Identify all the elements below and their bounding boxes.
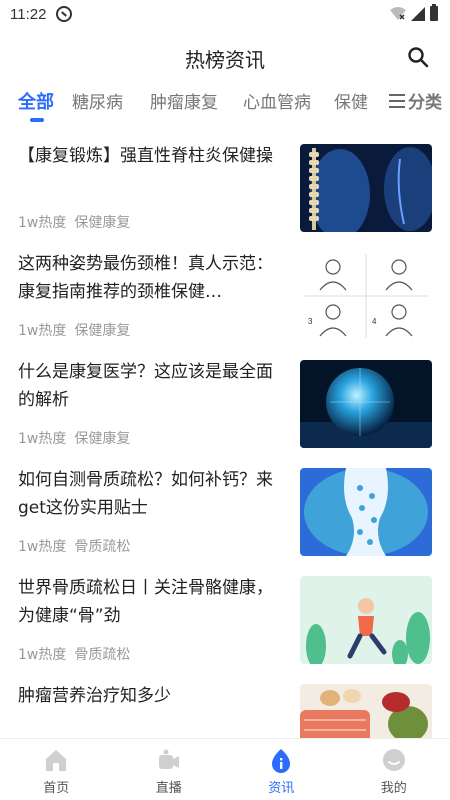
- tab-all[interactable]: 全部: [18, 88, 54, 114]
- news-heat: 1w热度: [18, 215, 67, 231]
- neck-exercise-image: 3 4: [300, 252, 432, 340]
- app-notification-icon: [56, 6, 73, 22]
- nav-news-label: 资讯: [268, 781, 295, 796]
- bottom-nav: 首页 直播 资讯 我的: [0, 738, 450, 800]
- news-item[interactable]: 世界骨质疏松日丨关注骨骼健康，为健康“骨”劲 1w热度 骨质疏松: [0, 572, 450, 680]
- category-tabs: 全部 糖尿病 肿瘤康复 心血管病 保健 分类: [0, 88, 450, 126]
- news-heat: 1w热度: [18, 323, 67, 339]
- news-title: 这两种姿势最伤颈椎！真人示范：康复指南推荐的颈椎保健…: [18, 254, 273, 302]
- news-item[interactable]: 什么是康复医学？这应该是最全面的解析 1w热度 保健康复: [0, 356, 450, 464]
- news-tag: 骨质疏松: [74, 647, 131, 663]
- tab-cardiovascular[interactable]: 心血管病: [243, 88, 311, 113]
- news-item[interactable]: 【康复锻炼】强直性脊柱炎保健操 1w热度 保健康复: [0, 140, 450, 248]
- tab-health-care[interactable]: 保健: [334, 88, 368, 113]
- news-tag: 保健康复: [74, 431, 131, 447]
- tab-diabetes[interactable]: 糖尿病: [72, 88, 123, 113]
- svg-text:3: 3: [308, 317, 313, 326]
- page-title: 热榜资讯: [185, 48, 265, 72]
- news-icon: [272, 749, 291, 773]
- news-title: 什么是康复医学？这应该是最全面的解析: [18, 362, 273, 410]
- nav-news[interactable]: 资讯: [225, 739, 338, 800]
- news-title: 世界骨质疏松日丨关注骨骼健康，为健康“骨”劲: [18, 578, 273, 626]
- news-title: 肿瘤营养治疗知多少: [18, 686, 171, 706]
- news-tag: 保健康复: [74, 323, 131, 339]
- nav-live[interactable]: 直播: [113, 739, 226, 800]
- search-icon[interactable]: [406, 45, 430, 69]
- news-tag: 骨质疏松: [74, 539, 131, 555]
- live-icon: [158, 749, 179, 769]
- svg-text:4: 4: [372, 317, 377, 326]
- news-meta: 1w热度 骨质疏松: [18, 536, 130, 556]
- menu-icon: [389, 93, 405, 108]
- food-image: [300, 684, 432, 738]
- category-button[interactable]: 分类: [383, 88, 442, 113]
- running-woman-image: [300, 576, 432, 664]
- news-list: 【康复锻炼】强直性脊柱炎保健操 1w热度 保健康复 这两种姿势最伤颈椎！真人示范…: [0, 140, 450, 738]
- news-item[interactable]: 肿瘤营养治疗知多少: [0, 680, 450, 738]
- news-heat: 1w热度: [18, 539, 67, 555]
- nav-home[interactable]: 首页: [0, 739, 113, 800]
- glass-globe-image: [300, 360, 432, 448]
- wifi-icon: [390, 6, 406, 20]
- tab-tumor-rehab[interactable]: 肿瘤康复: [150, 88, 218, 113]
- news-meta: 1w热度 保健康复: [18, 212, 130, 232]
- news-item[interactable]: 这两种姿势最伤颈椎！真人示范：康复指南推荐的颈椎保健… 1w热度 保健康复 3 …: [0, 248, 450, 356]
- battery-icon: [430, 4, 438, 21]
- header: 热榜资讯: [0, 36, 450, 80]
- active-tab-indicator: [30, 118, 44, 122]
- status-bar: 11:22: [0, 0, 450, 28]
- signal-icon: [411, 6, 425, 21]
- news-title: 如何自测骨质疏松？如何补钙？来get这份实用贴士: [18, 470, 273, 518]
- news-meta: 1w热度 骨质疏松: [18, 644, 130, 664]
- news-meta: 1w热度 保健康复: [18, 320, 130, 340]
- nav-home-label: 首页: [43, 781, 70, 796]
- news-heat: 1w热度: [18, 431, 67, 447]
- spine-xray-image: [300, 144, 432, 232]
- nav-profile-label: 我的: [380, 781, 407, 796]
- status-time: 11:22: [10, 5, 47, 23]
- news-meta: 1w热度 保健康复: [18, 428, 130, 448]
- nav-live-label: 直播: [155, 781, 182, 796]
- news-title: 【康复锻炼】强直性脊柱炎保健操: [18, 146, 273, 166]
- news-item[interactable]: 如何自测骨质疏松？如何补钙？来get这份实用贴士 1w热度 骨质疏松: [0, 464, 450, 572]
- bone-illustration-image: [300, 468, 432, 556]
- category-label: 分类: [408, 93, 442, 113]
- news-heat: 1w热度: [18, 647, 67, 663]
- news-tag: 保健康复: [74, 215, 131, 231]
- profile-icon: [382, 749, 405, 771]
- status-indicators: [390, 4, 438, 21]
- home-icon: [46, 750, 67, 771]
- nav-profile[interactable]: 我的: [338, 739, 450, 800]
